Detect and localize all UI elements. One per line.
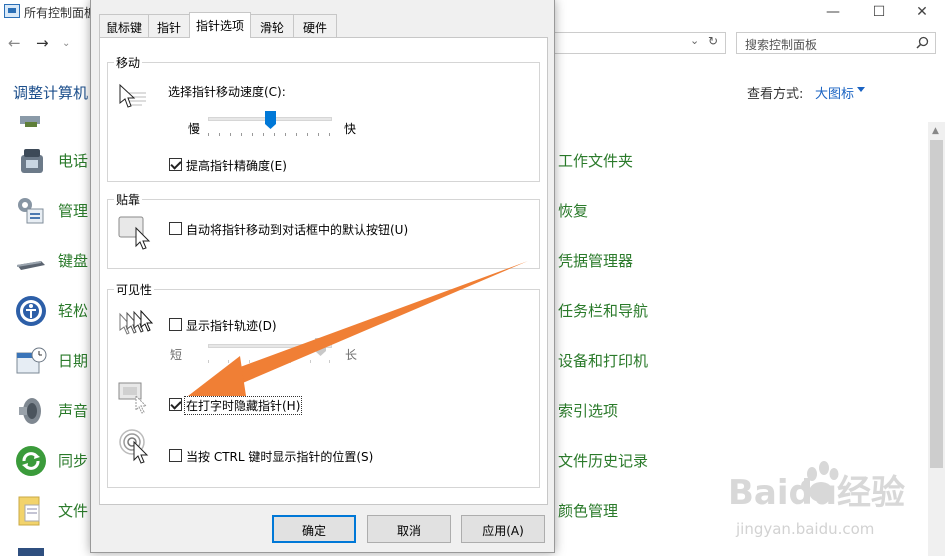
annotation-arrow xyxy=(188,261,528,396)
tab-pointer-options[interactable]: 指针选项 xyxy=(189,12,251,38)
screen: 所有控制面板 — ☐ ✕ ← → ⌄ ⌄ ↻ 搜索控制面板 调整计算机 查看方式… xyxy=(0,0,945,556)
